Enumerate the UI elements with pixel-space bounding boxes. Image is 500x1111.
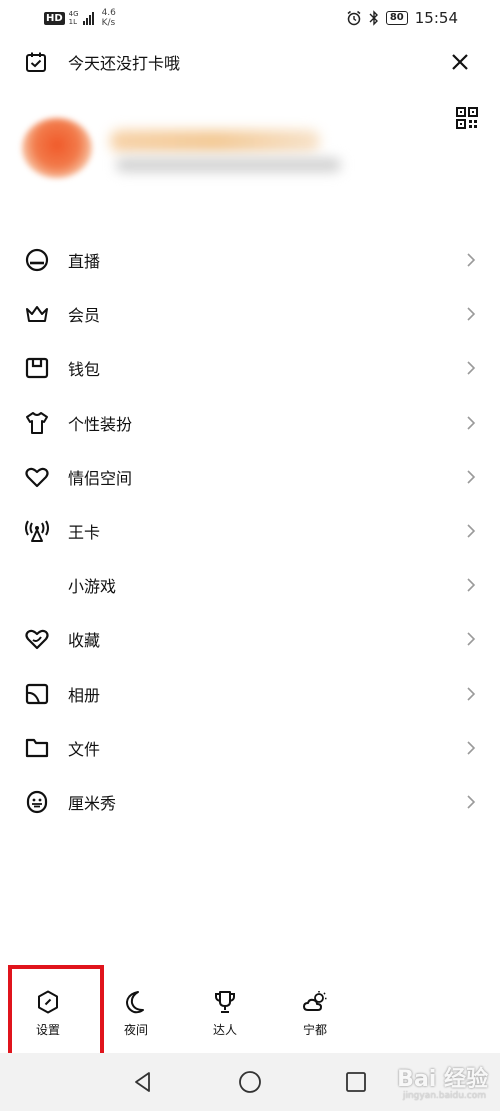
- status-left: HD 4G 1L 4.6 K/s: [44, 8, 116, 28]
- menu-item-theme[interactable]: 个性装扮: [0, 396, 500, 450]
- speed-unit: K/s: [101, 18, 116, 28]
- qr-code-icon[interactable]: [455, 106, 479, 130]
- menu-item-king-card[interactable]: 王卡: [0, 504, 500, 558]
- chevron-right-icon: [467, 416, 476, 430]
- night-mode-label: 夜间: [123, 1023, 148, 1037]
- live-icon: [25, 248, 49, 272]
- network-label: 4G: [68, 10, 79, 18]
- menu-item-label: 个性装扮: [68, 414, 133, 434]
- system-nav-bar: Bai 经验 jingyan.baidu.com: [0, 1053, 500, 1111]
- chevron-right-icon: [467, 470, 476, 484]
- chevron-right-icon: [467, 524, 476, 538]
- menu-item-mini-games[interactable]: 小游戏: [0, 558, 500, 612]
- chevron-right-icon: [467, 307, 476, 321]
- expert-button[interactable]: 达人: [195, 983, 255, 1043]
- chevron-right-icon: [467, 632, 476, 646]
- status-right: 80 15:54: [346, 9, 458, 27]
- menu-item-wallet[interactable]: 钱包: [0, 341, 500, 395]
- calendar-check-icon: [26, 52, 46, 72]
- close-icon: [452, 54, 468, 70]
- network-sub-label: 1L: [68, 18, 78, 26]
- network-type: 4G 1L: [69, 10, 79, 26]
- menu-item-label: 小游戏: [68, 577, 117, 597]
- folder-icon: [25, 738, 49, 757]
- chevron-right-icon: [467, 795, 476, 809]
- profile-subtitle-blurred: [116, 158, 341, 172]
- menu-item-label: 会员: [68, 306, 101, 326]
- checkin-row[interactable]: 今天还没打卡哦: [24, 48, 474, 76]
- album-icon: [25, 683, 49, 704]
- menu-item-label: 厘米秀: [68, 793, 117, 813]
- status-bar: HD 4G 1L 4.6 K/s 80 15:54: [0, 0, 500, 38]
- chevron-right-icon: [467, 687, 476, 701]
- home-icon[interactable]: [237, 1069, 263, 1095]
- network-speed: 4.6 K/s: [102, 8, 116, 28]
- menu-list: 直播 会员 钱包 个性装扮 情侣空间 王卡 小游戏 收藏 相册 文件 厘米秀: [0, 233, 500, 829]
- menu-item-live[interactable]: 直播: [0, 233, 500, 287]
- battery-indicator: 80: [385, 11, 408, 25]
- favorite-heart-icon: [25, 630, 49, 650]
- crown-icon: [26, 306, 48, 323]
- profile-name-blurred: [110, 130, 320, 152]
- weather-label: 宁都: [302, 1023, 327, 1037]
- bluetooth-icon: [369, 10, 378, 26]
- menu-item-couple-space[interactable]: 情侣空间: [0, 450, 500, 504]
- chevron-right-icon: [467, 741, 476, 755]
- antenna-icon: [25, 520, 49, 543]
- trophy-icon: [215, 991, 235, 1013]
- menu-item-label: 王卡: [68, 523, 101, 543]
- alarm-icon: [347, 10, 361, 26]
- heart-icon: [25, 467, 49, 487]
- tshirt-icon: [26, 411, 48, 434]
- watermark-logo: Bai 经验: [397, 1067, 488, 1092]
- hd-badge: HD: [44, 11, 65, 25]
- weather-cloud-sun-icon: [303, 991, 327, 1011]
- menu-item-favorites[interactable]: 收藏: [0, 612, 500, 666]
- menu-item-label: 相册: [68, 685, 101, 705]
- moon-icon: [126, 991, 144, 1014]
- chevron-right-icon: [467, 253, 476, 267]
- signal-icon: [82, 11, 94, 25]
- menu-item-label: 收藏: [68, 631, 101, 651]
- avatar[interactable]: [22, 118, 92, 178]
- menu-item-cmshow[interactable]: 厘米秀: [0, 775, 500, 829]
- face-icon: [26, 790, 48, 814]
- close-button[interactable]: [446, 48, 474, 76]
- chevron-right-icon: [467, 578, 476, 592]
- night-mode-button[interactable]: 夜间: [106, 983, 166, 1043]
- menu-item-album[interactable]: 相册: [0, 667, 500, 721]
- expert-label: 达人: [212, 1023, 237, 1037]
- weather-button[interactable]: 宁都: [285, 983, 345, 1043]
- wallet-icon: [25, 358, 49, 379]
- menu-item-label: 直播: [68, 252, 101, 272]
- clock: 15:54: [414, 9, 458, 27]
- menu-item-label: 钱包: [68, 360, 101, 380]
- menu-item-label: 情侣空间: [68, 468, 133, 488]
- highlight-box: [8, 965, 104, 1063]
- chevron-right-icon: [467, 361, 476, 376]
- back-icon[interactable]: [130, 1069, 156, 1095]
- recents-icon[interactable]: [343, 1069, 369, 1095]
- watermark-url: jingyan.baidu.com: [402, 1091, 486, 1101]
- menu-item-files[interactable]: 文件: [0, 721, 500, 775]
- profile-card[interactable]: [18, 110, 348, 190]
- menu-item-label: 文件: [68, 739, 101, 759]
- menu-item-vip[interactable]: 会员: [0, 287, 500, 341]
- speed-value: 4.6: [101, 8, 116, 18]
- checkin-text: 今天还没打卡哦: [68, 54, 181, 73]
